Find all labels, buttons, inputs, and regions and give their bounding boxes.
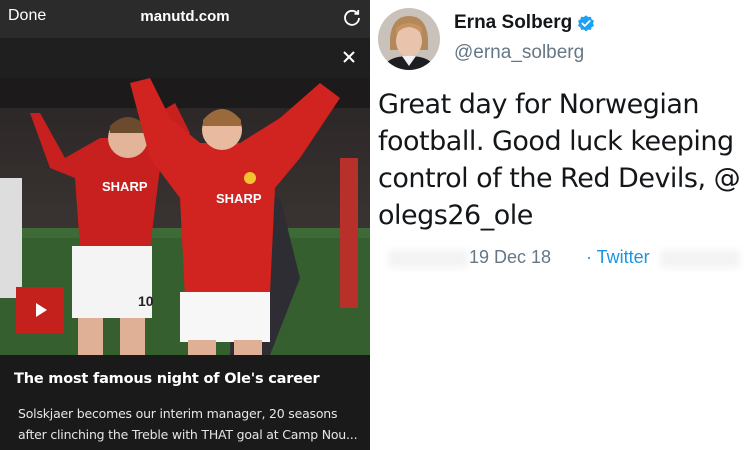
verified-badge-icon: [578, 15, 594, 32]
display-name[interactable]: Erna Solberg: [454, 12, 572, 34]
tweet-text: Great day for Norwegian football. Good l…: [378, 86, 744, 234]
avatar[interactable]: [378, 8, 440, 70]
svg-text:SHARP: SHARP: [102, 179, 148, 194]
play-button[interactable]: [16, 287, 64, 333]
tweet-date[interactable]: 19 Dec 18: [469, 247, 551, 268]
tweet-text-line: Great day for Norwegian: [378, 89, 700, 120]
svg-text:10: 10: [138, 293, 154, 309]
user-handle[interactable]: @erna_solberg: [454, 42, 584, 64]
blurred-time: [388, 250, 468, 268]
tweet-text-line: control of the Red Devils, @: [378, 163, 741, 194]
article-header: [0, 38, 370, 78]
tweet-text-line: football. Good luck keeping: [378, 126, 734, 157]
article-title: The most famous night of Ole's career: [14, 371, 320, 387]
close-icon[interactable]: [340, 48, 358, 66]
svg-text:SHARP: SHARP: [216, 191, 262, 206]
reload-icon[interactable]: [342, 7, 362, 27]
source-link[interactable]: · Twitter: [586, 247, 650, 268]
play-icon: [36, 303, 47, 317]
article-caption[interactable]: The most famous night of Ole's career So…: [0, 355, 370, 450]
blurred-info: [660, 250, 740, 268]
browser-toolbar: Done manutd.com: [0, 0, 370, 38]
url-label[interactable]: manutd.com: [0, 8, 370, 25]
tweet-card: Erna Solberg @erna_solberg Great day for…: [370, 0, 750, 450]
article-summary-line: after clinching the Treble with THAT goa…: [18, 427, 358, 442]
article-summary-line: Solskjaer becomes our interim manager, 2…: [18, 406, 338, 421]
tweet-text-line: olegs26_ole: [378, 200, 533, 231]
browser-panel: Done manutd.com SHARP 10 SHARP The most …: [0, 0, 370, 450]
tweet-meta: 19 Dec 18 · Twitter: [378, 246, 746, 272]
article-summary: Solskjaer becomes our interim manager, 2…: [18, 403, 363, 445]
